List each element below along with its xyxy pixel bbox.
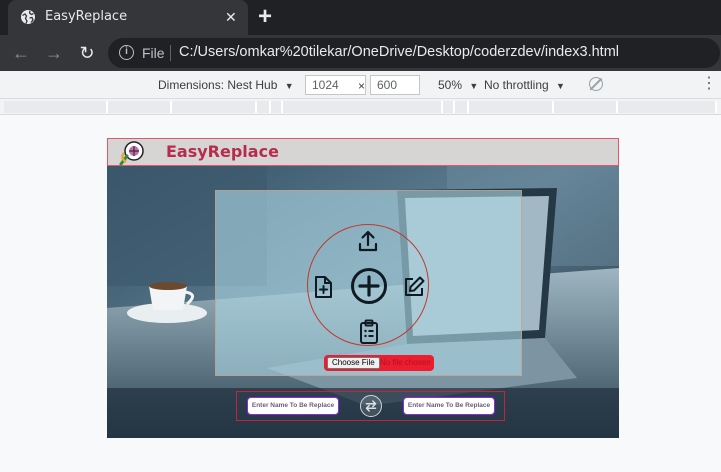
upload-panel[interactable]: Choose File No file chosen xyxy=(215,190,522,376)
media-query-ruler xyxy=(0,99,721,115)
times-sign: × xyxy=(358,79,366,93)
zoom-label: 50% xyxy=(438,78,463,92)
tab-strip: EasyReplace ✕ + xyxy=(0,0,721,35)
reload-icon[interactable]: ↻ xyxy=(76,42,98,64)
close-tab-icon[interactable]: ✕ xyxy=(225,9,237,25)
find-name-input[interactable]: Enter Name To Be Replace xyxy=(247,397,339,415)
throttling-label: No throttling xyxy=(484,78,549,92)
chevron-down-icon: ▼ xyxy=(556,81,565,91)
easyreplace-logo xyxy=(119,141,144,166)
site-header: EasyReplace xyxy=(107,138,619,166)
replace-name-input[interactable]: Enter Name To Be Replace xyxy=(403,397,495,415)
dimensions-label: Dimensions: Nest Hub xyxy=(158,78,278,92)
file-status-text: No file chosen xyxy=(380,358,431,367)
height-input[interactable]: 600 xyxy=(370,75,420,95)
clipboard-list-icon[interactable] xyxy=(358,319,380,345)
upload-icon[interactable] xyxy=(356,229,380,253)
brand-name: EasyReplace xyxy=(166,142,279,161)
edit-icon[interactable] xyxy=(402,275,426,299)
more-options-icon[interactable]: ⋮ xyxy=(701,75,717,93)
forward-arrow-icon[interactable]: → xyxy=(43,42,65,64)
rotate-disabled-icon[interactable] xyxy=(589,77,603,91)
browser-toolbar: ← → ↻ i File C:/Users/omkar%20tilekar/On… xyxy=(0,35,721,71)
url-scheme-label: File xyxy=(142,45,165,61)
ruler-segment[interactable] xyxy=(443,101,455,113)
globe-icon xyxy=(21,10,35,24)
device-toolbar: Dimensions: Nest Hub ▼ 1024 × 600 50% ▼ … xyxy=(0,71,721,99)
tab-title: EasyReplace xyxy=(45,9,128,24)
swap-icon[interactable] xyxy=(360,395,382,417)
throttling-dropdown[interactable]: No throttling ▼ xyxy=(484,78,565,92)
ruler-segment[interactable] xyxy=(455,101,469,113)
chevron-down-icon: ▼ xyxy=(284,81,294,91)
emulated-page: EasyReplace Choose File No file chosen E… xyxy=(107,138,619,438)
address-divider xyxy=(170,45,171,61)
browser-tab[interactable]: EasyReplace ✕ xyxy=(8,0,248,35)
width-input[interactable]: 1024 xyxy=(305,75,366,95)
ruler-segment[interactable] xyxy=(469,101,554,113)
dimensions-dropdown[interactable]: Dimensions: Nest Hub ▼ xyxy=(158,78,294,92)
address-bar[interactable]: i File C:/Users/omkar%20tilekar/OneDrive… xyxy=(108,38,720,68)
replace-name-row: Enter Name To Be Replace Enter Name To B… xyxy=(236,391,505,421)
ruler-segment[interactable] xyxy=(554,101,618,113)
ruler-segment[interactable] xyxy=(4,101,108,113)
ruler-segment[interactable] xyxy=(618,101,717,113)
info-icon[interactable]: i xyxy=(119,45,134,60)
zoom-dropdown[interactable]: 50% ▼ xyxy=(438,78,478,92)
ruler-segment[interactable] xyxy=(271,101,283,113)
url-text[interactable]: C:/Users/omkar%20tilekar/OneDrive/Deskto… xyxy=(179,44,619,60)
ruler-segment[interactable] xyxy=(257,101,271,113)
ruler-segment[interactable] xyxy=(172,101,257,113)
choose-file-button[interactable]: Choose File xyxy=(327,357,380,369)
new-tab-icon[interactable]: + xyxy=(258,4,272,30)
back-arrow-icon[interactable]: ← xyxy=(10,42,32,64)
file-plus-icon[interactable] xyxy=(312,275,334,299)
chevron-down-icon: ▼ xyxy=(469,81,479,91)
ruler-segment[interactable] xyxy=(108,101,172,113)
plus-circle-icon[interactable] xyxy=(350,267,388,305)
ruler-segment[interactable] xyxy=(283,101,443,113)
file-input[interactable]: Choose File No file chosen xyxy=(324,355,434,371)
